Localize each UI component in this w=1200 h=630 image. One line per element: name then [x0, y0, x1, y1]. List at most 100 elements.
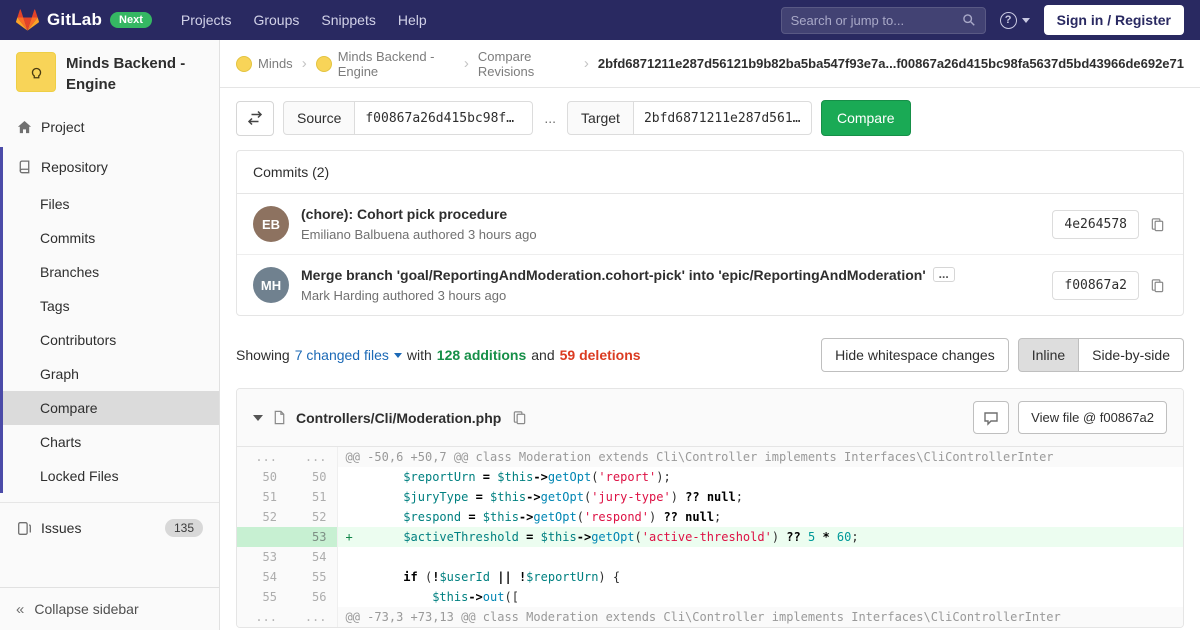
source-input-group: Source [283, 101, 533, 135]
changed-files-dropdown[interactable]: 7 changed files [295, 347, 402, 363]
sidebar-item-label: Repository [41, 159, 108, 175]
old-line-number[interactable]: 52 [237, 507, 287, 527]
issues-icon [16, 521, 32, 536]
sidebar-item-charts[interactable]: Charts [3, 425, 219, 459]
search-box[interactable] [781, 7, 986, 34]
top-navbar: GitLab Next Projects Groups Snippets Hel… [0, 0, 1200, 40]
logo-text: GitLab [47, 10, 102, 30]
commit-title-link[interactable]: Merge branch 'goal/ReportingAndModeratio… [301, 267, 926, 283]
breadcrumb-current-shas: 2bfd6871211e287d56121b9b82ba5ba547f93e7a… [598, 56, 1184, 71]
help-menu[interactable]: ? [1000, 12, 1030, 29]
copy-file-path-button[interactable] [510, 408, 529, 427]
hide-whitespace-button[interactable]: Hide whitespace changes [821, 338, 1009, 372]
source-revision-input[interactable] [355, 101, 533, 135]
old-line-number[interactable] [237, 527, 287, 547]
gitlab-logo[interactable]: GitLab Next [16, 9, 152, 31]
collapse-sidebar-button[interactable]: « Collapse sidebar [0, 587, 219, 630]
diff-context-row: 5050 $reportUrn = $this->getOpt('report'… [237, 467, 1183, 487]
breadcrumb-separator: › [302, 55, 307, 72]
sidebar-item-commits[interactable]: Commits [3, 221, 219, 255]
new-line-number[interactable]: 56 [287, 587, 337, 607]
sidebar-item-branches[interactable]: Branches [3, 255, 219, 289]
new-line-number[interactable]: 53 [287, 527, 337, 547]
search-input[interactable] [791, 13, 962, 28]
sidebar-item-repository[interactable]: Repository [3, 147, 219, 187]
nav-snippets[interactable]: Snippets [310, 2, 386, 38]
sidebar-item-tags[interactable]: Tags [3, 289, 219, 323]
commit-title-link[interactable]: (chore): Cohort pick procedure [301, 206, 507, 222]
sidebar-item-locked-files[interactable]: Locked Files [3, 459, 219, 493]
new-line-number[interactable]: 52 [287, 507, 337, 527]
commit-sha-link[interactable]: 4e264578 [1052, 210, 1139, 239]
sidebar-item-graph[interactable]: Graph [3, 357, 219, 391]
old-line-number[interactable]: 54 [237, 567, 287, 587]
target-revision-input[interactable] [634, 101, 812, 135]
view-file-button[interactable]: View file @ f00867a2 [1018, 401, 1167, 434]
sidebar-item-compare[interactable]: Compare [3, 391, 219, 425]
project-context-header[interactable]: Minds Backend - Engine [0, 40, 219, 107]
new-line-number: ... [287, 607, 337, 627]
next-badge: Next [110, 12, 152, 28]
diff-added-row: 53+ $activeThreshold = $this->getOpt('ac… [237, 527, 1183, 547]
new-line-number[interactable]: 50 [287, 467, 337, 487]
sidebar-item-contributors[interactable]: Contributors [3, 323, 219, 357]
code-line: if (!$userId || !$reportUrn) { [337, 567, 1183, 587]
diff-file-name[interactable]: Controllers/Cli/Moderation.php [296, 410, 501, 426]
project-avatar [16, 52, 56, 92]
and-label: and [531, 347, 554, 363]
old-line-number[interactable]: 55 [237, 587, 287, 607]
commit-sha-link[interactable]: f00867a2 [1052, 271, 1139, 300]
old-line-number[interactable]: 53 [237, 547, 287, 567]
diff-table: ......@@ -50,6 +50,7 @@ class Moderation… [237, 447, 1183, 627]
expand-commit-description-button[interactable]: ... [933, 267, 955, 282]
commits-panel: Commits (2) EB (chore): Cohort pick proc… [236, 150, 1184, 316]
diff-context-row: 5354 [237, 547, 1183, 567]
compare-button[interactable]: Compare [821, 100, 911, 136]
old-line-number[interactable]: 51 [237, 487, 287, 507]
commits-panel-header: Commits (2) [237, 151, 1183, 194]
file-icon [272, 410, 287, 425]
signin-button[interactable]: Sign in / Register [1044, 5, 1184, 35]
avatar: MH [253, 267, 289, 303]
group-avatar [236, 56, 252, 72]
inline-view-button[interactable]: Inline [1018, 338, 1079, 372]
diff-file-header: Controllers/Cli/Moderation.php View file… [237, 389, 1183, 447]
breadcrumb-separator: › [584, 55, 589, 72]
copy-sha-button[interactable] [1148, 276, 1167, 295]
copy-icon [1150, 278, 1165, 293]
code-line: $juryType = $this->getOpt('jury-type') ?… [337, 487, 1183, 507]
breadcrumb-project[interactable]: Minds Backend - Engine [316, 49, 455, 79]
toggle-comments-button[interactable] [973, 401, 1009, 434]
source-label: Source [283, 101, 355, 135]
commit-byline: Mark Harding authored 3 hours ago [301, 288, 1040, 303]
code-line: $reportUrn = $this->getOpt('report'); [337, 467, 1183, 487]
new-line-number[interactable]: 51 [287, 487, 337, 507]
sidebar-item-issues[interactable]: Issues 135 [0, 507, 219, 549]
new-line-number[interactable]: 54 [287, 547, 337, 567]
side-by-side-view-button[interactable]: Side-by-side [1079, 338, 1184, 372]
new-line-number[interactable]: 55 [287, 567, 337, 587]
issues-count-badge: 135 [165, 519, 203, 537]
changed-files-label: 7 changed files [295, 347, 389, 363]
breadcrumb-group[interactable]: Minds [236, 56, 293, 72]
with-label: with [407, 347, 432, 363]
revision-range-dots: ... [542, 110, 558, 126]
breadcrumb-compare-revisions[interactable]: Compare Revisions [478, 49, 575, 79]
target-label: Target [567, 101, 634, 135]
diff-file-panel: Controllers/Cli/Moderation.php View file… [236, 388, 1184, 628]
copy-sha-button[interactable] [1148, 215, 1167, 234]
diff-view-toggle: Inline Side-by-side [1018, 338, 1184, 372]
old-line-number[interactable]: 50 [237, 467, 287, 487]
commit-info: Merge branch 'goal/ReportingAndModeratio… [301, 267, 1040, 303]
swap-revisions-button[interactable] [236, 101, 274, 136]
nav-projects[interactable]: Projects [170, 2, 243, 38]
breadcrumb-label: Compare Revisions [478, 49, 575, 79]
collapse-diff-icon[interactable] [253, 415, 263, 421]
commit-row: EB (chore): Cohort pick procedure Emilia… [237, 194, 1183, 254]
nav-help[interactable]: Help [387, 2, 438, 38]
nav-groups[interactable]: Groups [242, 2, 310, 38]
sidebar-item-project[interactable]: Project [0, 107, 219, 147]
code-line: @@ -50,6 +50,7 @@ class Moderation exten… [337, 447, 1183, 467]
question-icon: ? [1000, 12, 1017, 29]
sidebar-item-files[interactable]: Files [3, 187, 219, 221]
